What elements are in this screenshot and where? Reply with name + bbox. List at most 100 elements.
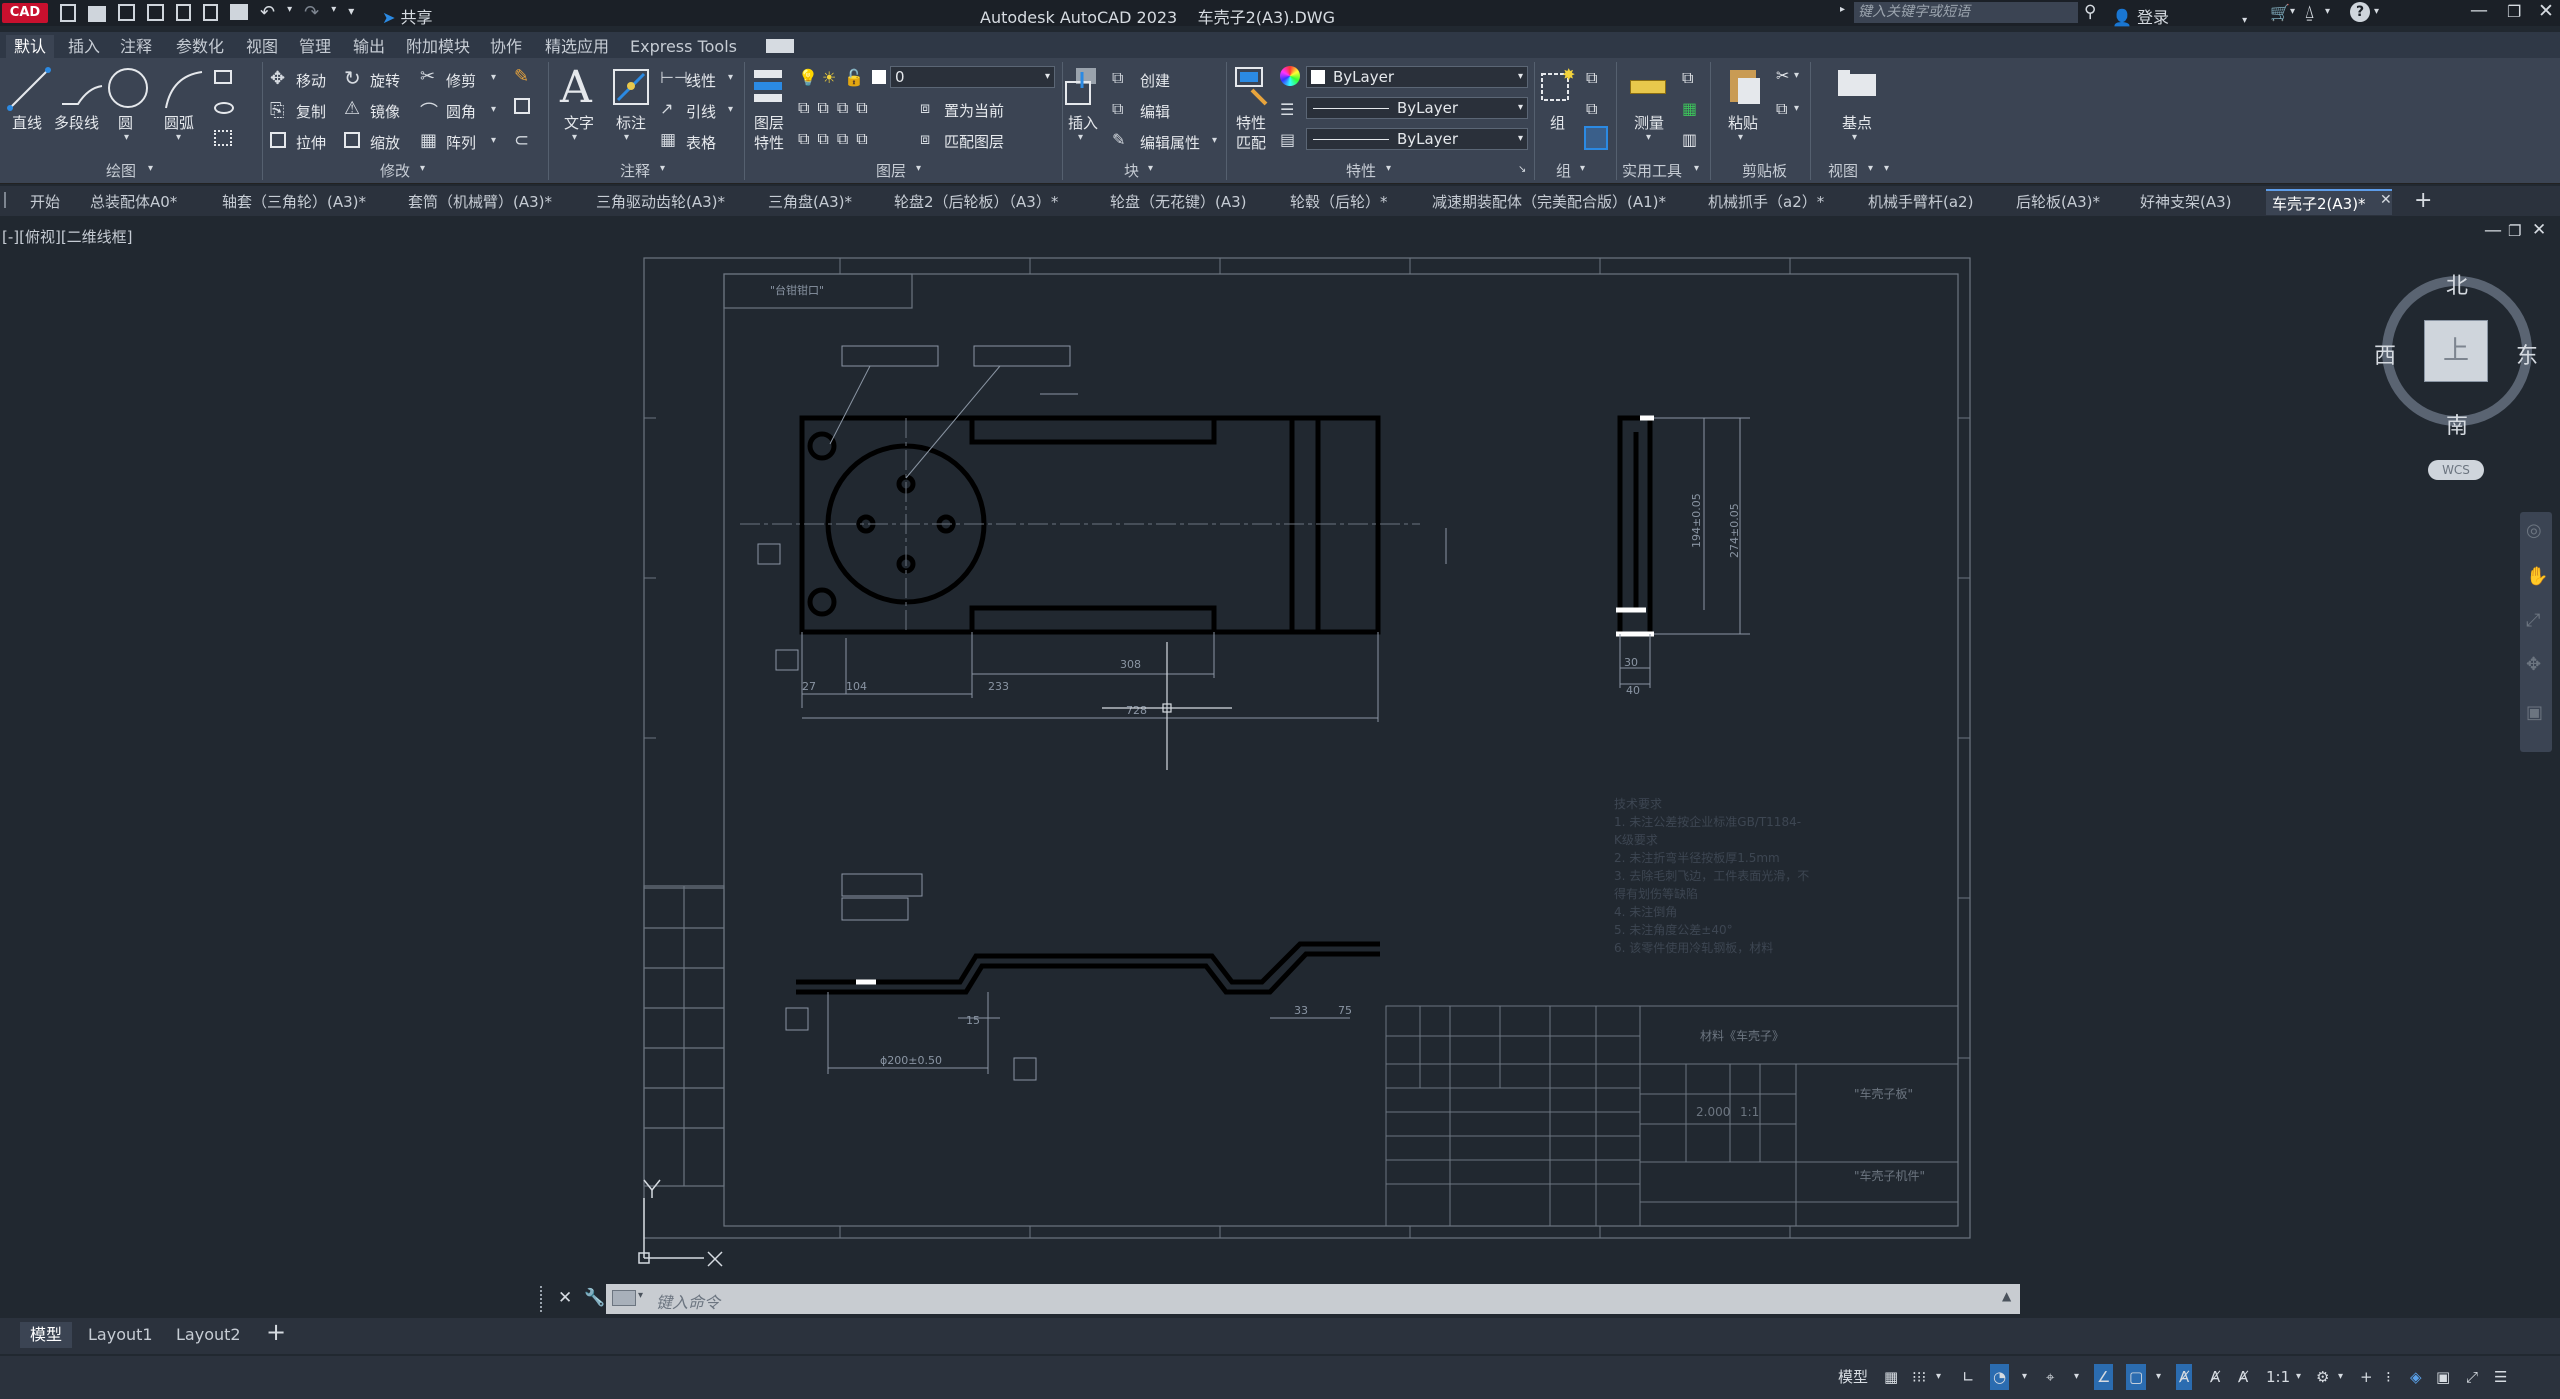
rotate-button[interactable]: 旋转	[370, 70, 400, 91]
group-select-icon[interactable]	[1584, 126, 1608, 150]
circle-dropdown-icon[interactable]: ▾	[124, 132, 129, 143]
groups-panel-dropdown-icon[interactable]: ▾	[1580, 163, 1585, 174]
restore-icon[interactable]: ❐	[2507, 2, 2521, 21]
isodraft-dropdown-icon[interactable]: ▾	[2074, 1364, 2079, 1390]
isodraft-icon[interactable]: ⌖	[2046, 1364, 2054, 1390]
cut-icon[interactable]: ✂	[1776, 66, 1789, 85]
tab-annotate[interactable]: 注释	[112, 35, 160, 58]
polar-dropdown-icon[interactable]: ▾	[2022, 1364, 2027, 1390]
doc-tab[interactable]: 后轮板(A3)*	[2010, 189, 2106, 215]
set-current-button[interactable]: 置为当前	[944, 100, 1004, 121]
hatch-icon[interactable]	[214, 130, 232, 146]
doc-tab[interactable]: 机械抓手（a2）*	[1702, 189, 1830, 215]
login-button[interactable]: 👤 登录 ▾	[2112, 4, 2247, 28]
ungroup-icon[interactable]: ⧉	[1586, 68, 1597, 88]
array-dropdown-icon[interactable]: ▾	[491, 135, 496, 146]
base-point-dropdown-icon[interactable]: ▾	[1852, 132, 1857, 143]
properties-panel-title[interactable]: 特性	[1346, 160, 1376, 181]
tab-addins[interactable]: 附加模块	[398, 35, 478, 58]
base-point-button[interactable]: 基点	[1842, 112, 1872, 133]
id-point-icon[interactable]: ⧉	[1682, 68, 1693, 88]
leader-button[interactable]: 引线	[686, 101, 716, 122]
draw-panel-title[interactable]: 绘图	[106, 160, 136, 181]
layer-properties-button[interactable]: 图层	[754, 112, 784, 133]
object-snap-icon[interactable]: ▢	[2126, 1364, 2147, 1390]
layout-tab-layout1[interactable]: Layout1	[88, 1322, 153, 1348]
search-expand-icon[interactable]: ▸	[1840, 4, 1845, 15]
graphics-performance-icon[interactable]: ▣	[2436, 1364, 2450, 1390]
minimize-icon[interactable]: —	[2470, 0, 2488, 21]
edit-attribute-button[interactable]: 编辑属性	[1140, 132, 1200, 153]
polyline-button[interactable]: 多段线	[54, 112, 99, 133]
doc-tab[interactable]: 机械手臂杆(a2)	[1862, 189, 1979, 215]
model-space-button[interactable]: 模型	[1838, 1364, 1868, 1390]
groups-panel-title[interactable]: 组	[1556, 160, 1571, 181]
drawing-viewport[interactable]: [-][俯视][二维线框] — ❐ ✕ 上 北 南 西 东 WCS ◎ ✋ ⤢ …	[0, 218, 2560, 1282]
annotation-scale-icon[interactable]: Ⱥ	[2238, 1364, 2248, 1390]
command-customize-icon[interactable]: 🔧	[584, 1288, 605, 1308]
redo-dropdown-icon[interactable]: ▾	[331, 4, 336, 22]
plot-preview-icon[interactable]	[176, 4, 191, 21]
object-snap-tracking-icon[interactable]: ∠	[2094, 1364, 2114, 1390]
scale-button[interactable]: 缩放	[370, 132, 400, 153]
open-icon[interactable]	[88, 6, 106, 22]
text-button[interactable]: 文字	[564, 112, 594, 133]
view-panel-dropdown-icon[interactable]: ▾	[1868, 163, 1873, 174]
ellipse-icon[interactable]	[214, 102, 234, 114]
line-button[interactable]: 直线	[12, 112, 42, 133]
tab-express-tools[interactable]: Express Tools	[622, 35, 745, 58]
doc-tab[interactable]: 好神支架(A3)	[2134, 189, 2238, 215]
doc-tab[interactable]: 轮盘2（后轮板）（A3）*	[888, 189, 1064, 215]
close-tab-icon[interactable]: ✕	[2380, 192, 2392, 208]
command-recent-dropdown-icon[interactable]: ▾	[638, 1290, 643, 1301]
block-panel-title[interactable]: 块	[1124, 160, 1139, 181]
fillet-button[interactable]: 圆角	[446, 101, 476, 122]
tab-parametric[interactable]: 参数化	[168, 35, 232, 58]
stretch-button[interactable]: 拉伸	[296, 132, 326, 153]
autodesk-icon[interactable]: ⍙	[2304, 2, 2315, 23]
offset-icon[interactable]: ⊂	[514, 130, 529, 151]
properties-dialog-launcher-icon[interactable]: ↘	[1518, 164, 1526, 175]
layout-tab-model[interactable]: 模型	[20, 1322, 73, 1348]
tab-default[interactable]: 默认	[6, 35, 55, 58]
utilities-panel-title[interactable]: 实用工具	[1622, 160, 1682, 181]
linetype-dropdown[interactable]: ByLayer ▾	[1306, 97, 1528, 119]
command-close-icon[interactable]: ✕	[558, 1288, 572, 1308]
edit-attribute-dropdown-icon[interactable]: ▾	[1212, 135, 1217, 146]
match-properties-button[interactable]: 特性	[1236, 112, 1266, 133]
ortho-icon[interactable]: ∟	[1962, 1364, 1975, 1390]
explode-icon[interactable]	[514, 98, 530, 114]
group-button[interactable]: 组	[1550, 112, 1565, 133]
add-layout-icon[interactable]: +	[266, 1318, 286, 1346]
color-wheel-icon[interactable]	[1280, 66, 1300, 86]
doc-tab[interactable]: 轴套（三角轮）(A3)*	[216, 189, 372, 215]
doc-tab[interactable]: 总装配体A0*	[84, 189, 183, 215]
create-block-button[interactable]: 创建	[1140, 70, 1170, 91]
annotation-scale-value[interactable]: 1:1	[2266, 1364, 2290, 1390]
tab-manage[interactable]: 管理	[291, 35, 339, 58]
doc-tab-start[interactable]: 开始	[24, 189, 66, 215]
cart-dropdown-icon[interactable]: ▾	[2290, 6, 2295, 17]
doc-tab[interactable]: 三角盘(A3)*	[762, 189, 858, 215]
dimension-button[interactable]: 标注	[616, 112, 646, 133]
snap-dropdown-icon[interactable]: ▾	[1936, 1364, 1941, 1390]
block-panel-dropdown-icon[interactable]: ▾	[1148, 163, 1153, 174]
fillet-dropdown-icon[interactable]: ▾	[491, 104, 496, 115]
modify-panel-dropdown-icon[interactable]: ▾	[420, 163, 425, 174]
publish-icon[interactable]	[203, 4, 218, 21]
match-properties-button-2[interactable]: 匹配	[1236, 132, 1266, 153]
command-input[interactable]: ▾ 键入命令 ▲	[606, 1284, 2020, 1314]
annotation-panel-dropdown-icon[interactable]: ▾	[660, 163, 665, 174]
paste-dropdown-icon[interactable]: ▾	[1738, 132, 1743, 143]
close-icon[interactable]: ✕	[2538, 0, 2554, 22]
copy-button[interactable]: 复制	[296, 101, 326, 122]
calculator-icon[interactable]: ▥	[1682, 130, 1697, 149]
undo-icon[interactable]: ↶	[260, 4, 275, 22]
cut-dropdown-icon[interactable]: ▾	[1794, 70, 1799, 81]
copy-clip-icon[interactable]: ⧉	[1776, 99, 1787, 119]
doc-tab[interactable]: 套筒（机械臂）(A3)*	[402, 189, 558, 215]
measure-dropdown-icon[interactable]: ▾	[1646, 132, 1651, 143]
circle-button[interactable]: 圆	[118, 112, 133, 133]
command-history-icon[interactable]: ▲	[2002, 1289, 2011, 1303]
polar-icon[interactable]: ◔	[1990, 1364, 2010, 1390]
